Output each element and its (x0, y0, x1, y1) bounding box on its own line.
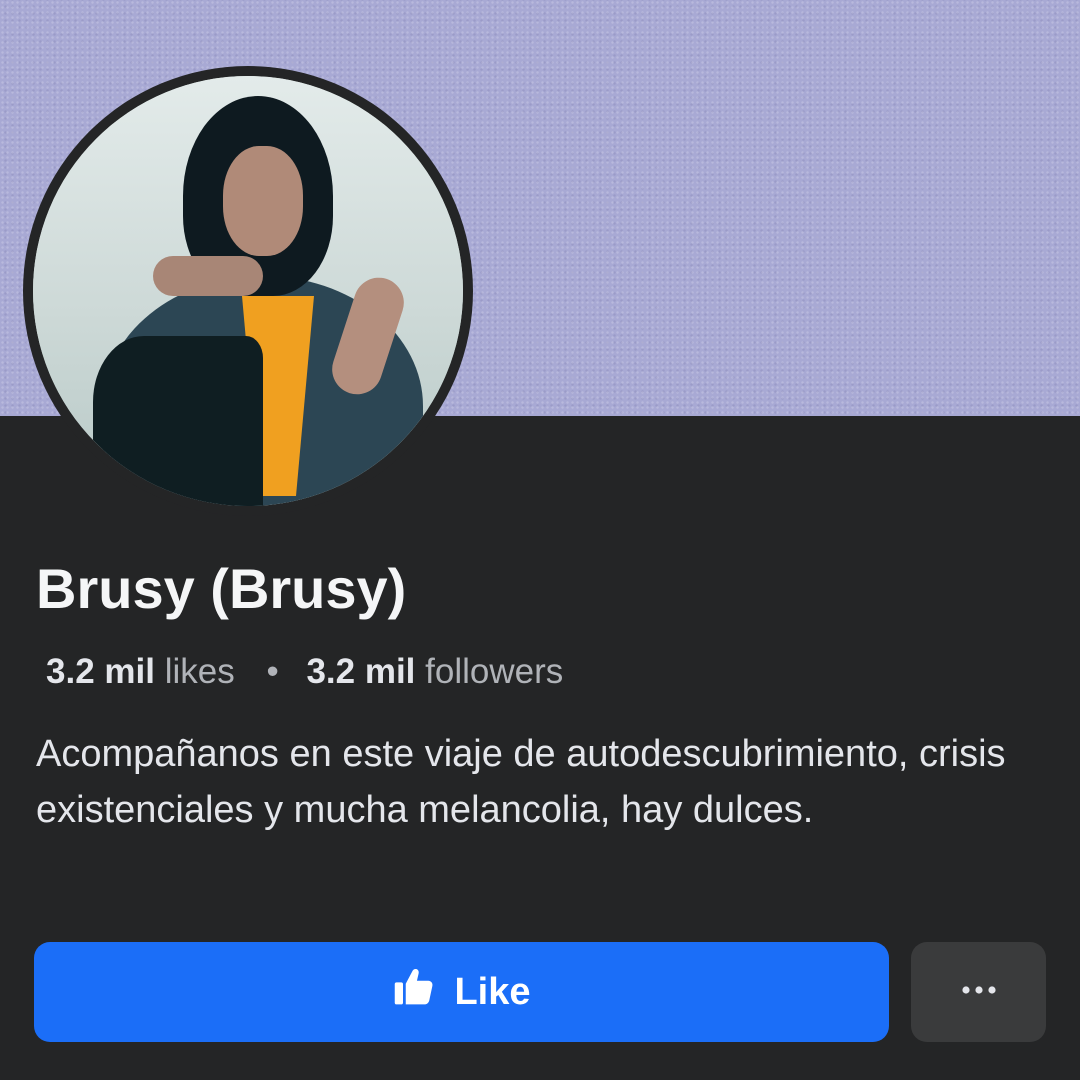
likes-count: 3.2 mil (46, 652, 155, 691)
profile-bio: Acompañanos en este viaje de autodescubr… (36, 733, 1006, 831)
thumbs-up-icon (392, 965, 436, 1019)
more-options-button[interactable] (911, 942, 1046, 1042)
followers-count: 3.2 mil (306, 652, 416, 691)
avatar-arm (153, 256, 263, 296)
followers-label: followers (425, 652, 564, 691)
profile-avatar[interactable] (23, 66, 473, 516)
page-title: Brusy (Brusy) (36, 557, 407, 620)
avatar-face (223, 146, 303, 256)
avatar-photo (33, 76, 463, 506)
stats-separator: • (266, 652, 279, 691)
avatar-shadow (93, 336, 263, 506)
more-options-icon (959, 983, 999, 1001)
likes-label: likes (164, 652, 235, 691)
like-button-label: Like (454, 970, 531, 1013)
like-button[interactable]: Like (34, 942, 889, 1042)
profile-stats: 3.2 mil likes • 3.2 mil followers (46, 652, 563, 692)
